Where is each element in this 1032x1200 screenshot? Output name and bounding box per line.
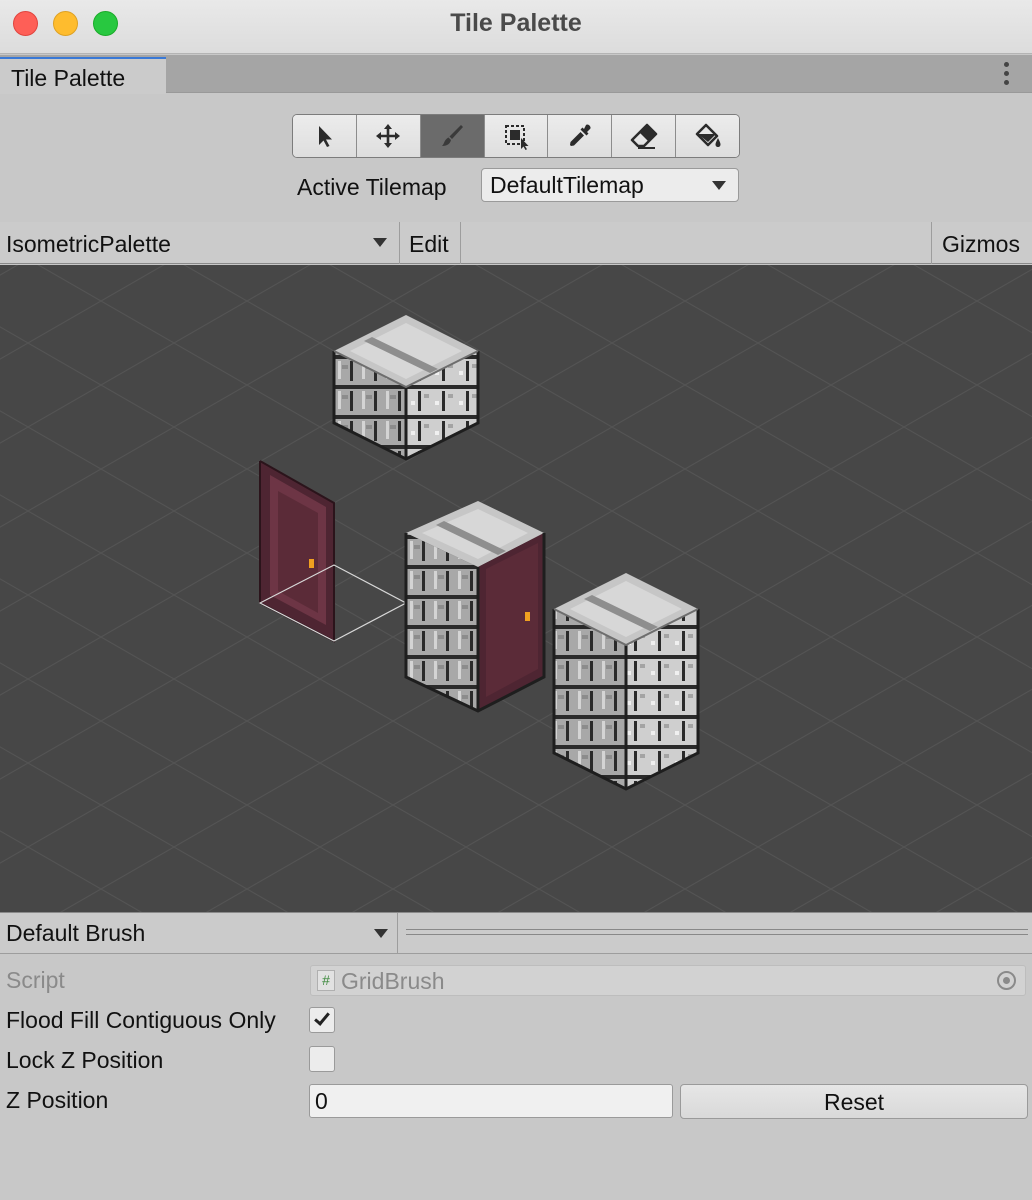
- window-title: Tile Palette: [450, 9, 582, 37]
- lock-z-label: Lock Z Position: [6, 1047, 164, 1073]
- brush-inspector: Script # GridBrush Flood Fill Contiguous…: [0, 955, 1032, 1200]
- palette-canvas[interactable]: [0, 265, 1032, 912]
- reset-button[interactable]: Reset: [680, 1084, 1028, 1119]
- object-picker-icon[interactable]: [997, 971, 1016, 990]
- erase-tool-button[interactable]: [612, 115, 677, 157]
- chevron-down-icon: [374, 929, 388, 938]
- script-field[interactable]: # GridBrush: [310, 965, 1026, 996]
- paint-tool-button[interactable]: [420, 115, 485, 157]
- more-options-icon[interactable]: [1004, 62, 1010, 85]
- tile-stone-block-with-door[interactable]: [404, 501, 546, 713]
- edit-button[interactable]: Edit: [400, 222, 461, 264]
- select-arrow-icon: [319, 126, 333, 147]
- palette-canvas-svg[interactable]: [0, 265, 1032, 912]
- z-position-label: Z Position: [6, 1087, 109, 1113]
- lock-z-checkbox[interactable]: [309, 1046, 335, 1072]
- chevron-down-icon: [712, 181, 726, 190]
- checkmark-icon: [314, 1009, 330, 1026]
- palette-name: IsometricPalette: [6, 231, 171, 257]
- brush-name: Default Brush: [6, 920, 146, 946]
- move-tool-button[interactable]: [356, 115, 421, 157]
- eyedropper-icon: [569, 124, 591, 146]
- brush-dropdown[interactable]: Default Brush: [0, 913, 398, 954]
- tab-tile-palette[interactable]: Tile Palette: [0, 57, 166, 94]
- pick-tool-button[interactable]: [548, 115, 613, 157]
- chevron-down-icon: [373, 238, 387, 247]
- tile-palette-window: Tile Palette Tile Palette Active Tilemap…: [0, 0, 1032, 1200]
- script-value: GridBrush: [341, 968, 445, 994]
- eraser-icon: [630, 123, 657, 149]
- tool-group: [292, 114, 740, 158]
- splitter-handle[interactable]: [406, 929, 1028, 935]
- select-tool-button[interactable]: [293, 115, 357, 157]
- box-fill-icon: [505, 125, 529, 150]
- active-tilemap-dropdown[interactable]: DefaultTilemap: [481, 168, 739, 202]
- active-tilemap-value: DefaultTilemap: [490, 172, 644, 198]
- gizmos-button[interactable]: Gizmos: [931, 222, 1032, 264]
- palette-dropdown[interactable]: IsometricPalette: [0, 222, 400, 264]
- palette-header: IsometricPalette Edit Gizmos: [0, 222, 1032, 264]
- z-position-input[interactable]: 0: [309, 1084, 673, 1118]
- tab-strip: Tile Palette: [0, 55, 1032, 94]
- paintbrush-icon: [442, 125, 464, 146]
- box-fill-tool-button[interactable]: [484, 115, 549, 157]
- tile-stone-block-tall[interactable]: [552, 573, 700, 791]
- cs-script-icon: #: [317, 970, 335, 991]
- flood-fill-label: Flood Fill Contiguous Only: [6, 1007, 276, 1033]
- move-arrows-icon: [376, 124, 401, 148]
- paint-bucket-icon: [695, 123, 721, 147]
- flood-fill-checkbox[interactable]: [309, 1007, 335, 1033]
- title-bar: Tile Palette: [0, 0, 1032, 54]
- fill-tool-button[interactable]: [676, 115, 739, 157]
- toolbar: Active Tilemap DefaultTilemap: [0, 94, 1032, 222]
- brush-bar: Default Brush: [0, 912, 1032, 954]
- script-label: Script: [6, 967, 65, 993]
- active-tilemap-label: Active Tilemap: [297, 174, 447, 200]
